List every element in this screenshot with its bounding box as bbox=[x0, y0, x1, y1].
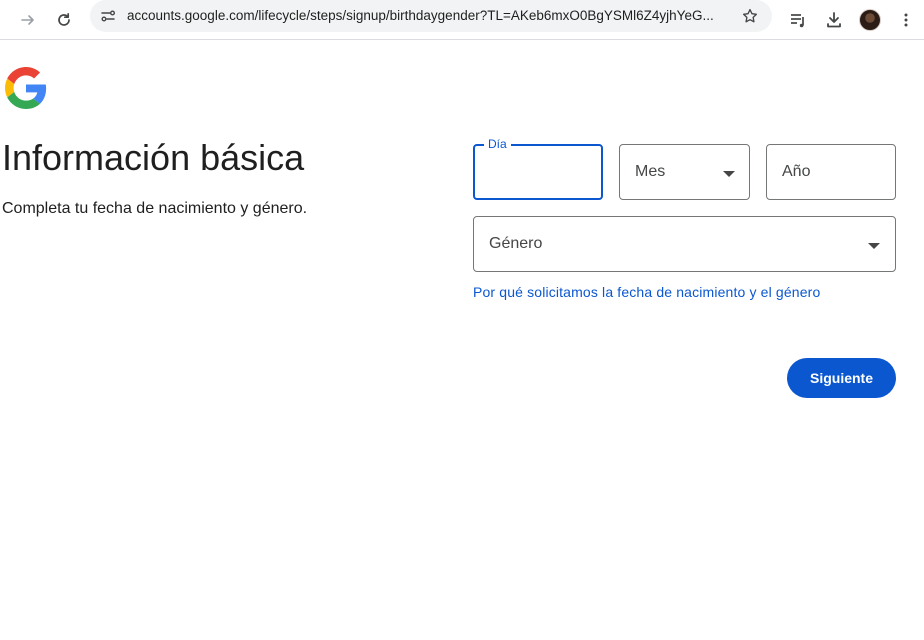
more-menu-icon[interactable] bbox=[890, 4, 922, 36]
reload-icon[interactable] bbox=[48, 4, 80, 36]
month-placeholder: Mes bbox=[635, 163, 666, 180]
download-icon[interactable] bbox=[818, 4, 850, 36]
avatar bbox=[859, 9, 881, 31]
next-button[interactable]: Siguiente bbox=[787, 358, 896, 398]
forward-icon[interactable] bbox=[12, 4, 44, 36]
url-text[interactable]: accounts.google.com/lifecycle/steps/sign… bbox=[127, 8, 727, 24]
month-select[interactable]: Mes bbox=[619, 144, 750, 200]
day-field[interactable]: Día bbox=[473, 137, 603, 200]
gender-placeholder: Género bbox=[489, 235, 543, 252]
chevron-down-icon bbox=[868, 243, 880, 249]
year-field[interactable]: Año bbox=[766, 144, 896, 200]
day-label: Día bbox=[484, 137, 511, 151]
page-title: Información básica bbox=[2, 137, 305, 178]
bookmark-star-icon[interactable] bbox=[738, 4, 762, 28]
day-input[interactable] bbox=[487, 160, 587, 184]
why-birthday-gender-link[interactable]: Por qué solicitamos la fecha de nacimien… bbox=[473, 283, 820, 301]
profile-avatar[interactable] bbox=[854, 4, 886, 36]
site-info-icon[interactable] bbox=[96, 4, 120, 28]
google-logo-icon bbox=[5, 67, 47, 109]
page-subtitle: Completa tu fecha de nacimiento y género… bbox=[2, 200, 308, 217]
reading-list-icon[interactable] bbox=[782, 4, 814, 36]
gender-select[interactable]: Género bbox=[473, 216, 896, 272]
year-placeholder: Año bbox=[782, 163, 811, 180]
chevron-down-icon bbox=[723, 171, 735, 177]
browser-toolbar: accounts.google.com/lifecycle/steps/sign… bbox=[0, 0, 924, 40]
address-bar[interactable]: accounts.google.com/lifecycle/steps/sign… bbox=[90, 0, 772, 32]
